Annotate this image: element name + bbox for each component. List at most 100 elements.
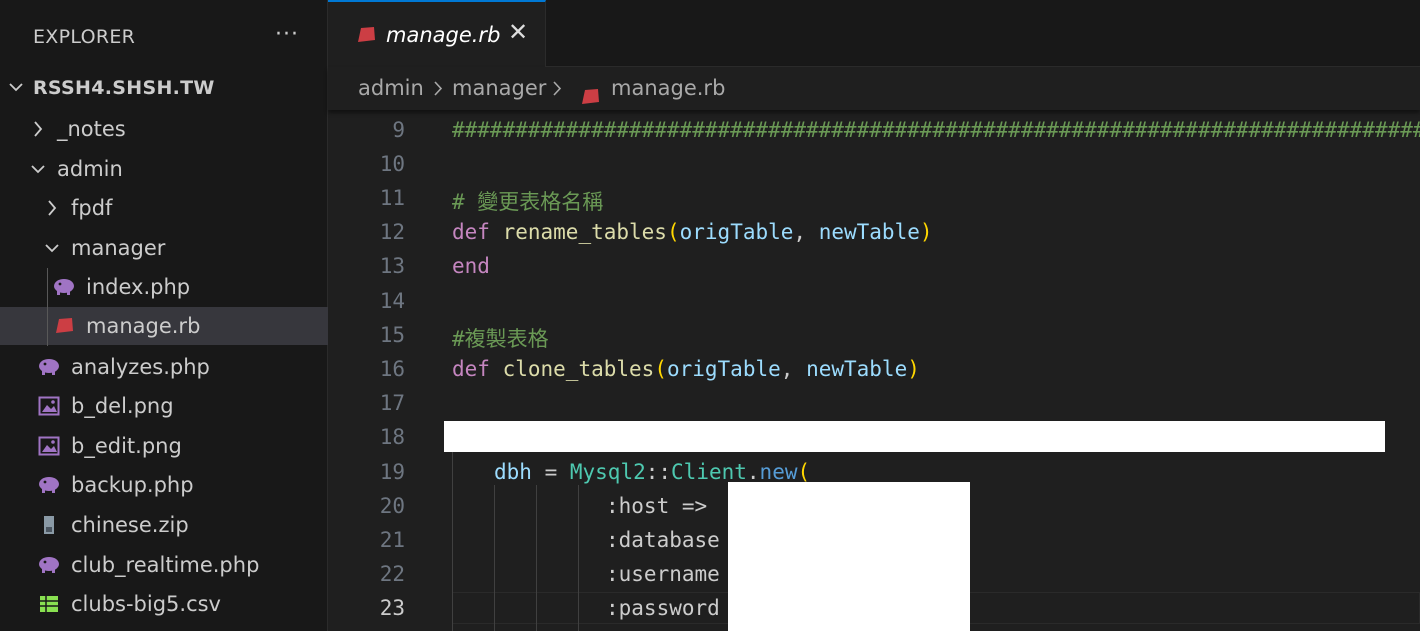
code-line-22: :username [606,562,720,586]
paren-token: ( [666,220,680,244]
tree-item-label: chinese.zip [71,513,189,537]
code-editor[interactable]: 9 10 11 12 13 14 15 16 17 18 19 20 21 22… [328,110,1420,631]
csv-table-icon [37,585,61,623]
code-line-15: #複製表格 [452,327,549,351]
line-number: 22 [379,562,405,586]
tree-file-club-realtime-php[interactable]: club_realtime.php [0,546,328,584]
php-elephant-icon [52,268,76,306]
chevron-down-icon [6,69,26,107]
code-line-23: :password [606,596,720,620]
paren-token: ( [654,357,667,381]
line-number: 20 [379,494,405,518]
line-number: 21 [379,528,405,552]
line-number: 11 [379,186,405,210]
redaction-block [444,421,1385,452]
breadcrumb-item-file[interactable]: manage.rb [611,67,725,110]
line-number: 17 [379,391,405,415]
chevron-right-icon [550,67,564,125]
tab-label: manage.rb [386,23,501,47]
php-elephant-icon [37,546,61,584]
line-number: 12 [379,220,405,244]
editor-tab-bar: manage.rb ✕ [328,0,1420,67]
tree-folder-notes[interactable]: _notes [0,110,328,148]
code-line-13: end [452,254,490,278]
line-number: 14 [379,289,405,313]
tree-item-label: index.php [86,275,191,299]
close-icon[interactable]: ✕ [508,18,528,46]
breadcrumb: admin manager manage.rb [328,67,1420,110]
chevron-right-icon [42,189,62,227]
ruby-icon [355,25,377,49]
code-line-12: def rename_tables(origTable, newTable) [452,220,933,244]
indent-guide [536,485,537,631]
ruby-icon [52,307,76,345]
paren-token: ( [797,460,811,484]
tree-folder-fpdf[interactable]: fpdf [0,189,328,227]
code-line-20: :host => [606,494,708,518]
more-actions-icon[interactable]: ··· [275,22,299,47]
function-name-token: clone_tables [502,357,655,381]
paren-token: ) [907,357,920,381]
image-file-icon [37,387,61,425]
tree-item-label: analyzes.php [71,355,210,379]
keyword-token: def [452,357,490,381]
chevron-right-icon [431,67,445,125]
class-token: Client [671,460,747,484]
param-token: newTable [806,357,908,381]
tree-file-manage-rb[interactable]: manage.rb [0,307,328,345]
tree-item-label: manage.rb [86,314,201,338]
chevron-down-icon [42,229,62,267]
explorer-sidebar: EXPLORER ··· RSSH4.SHSH.TW _notes admin … [0,0,328,631]
code-line-16: def clone_tables(origTable, newTable) [452,357,920,381]
tree-file-b-edit-png[interactable]: b_edit.png [0,427,328,465]
line-number: 9 [392,118,405,142]
workspace-root-label: RSSH4.SHSH.TW [33,77,215,99]
indent-guide [452,450,453,631]
code-line-9: ########################################… [452,118,1420,142]
param-token: newTable [818,220,920,244]
code-line-11: # 變更表格名稱 [452,190,604,214]
code-line-19: dbh = Mysql2::Client.new( [494,460,810,484]
indent-guide [578,485,579,631]
tree-folder-admin[interactable]: admin [0,150,328,188]
chevron-right-icon [28,110,48,148]
php-elephant-icon [37,466,61,504]
line-number: 18 [379,425,405,449]
code-line-21: :database [606,528,720,552]
chevron-down-icon [28,150,48,188]
class-token: Mysql2 [569,460,646,484]
breadcrumb-item-admin[interactable]: admin [358,67,424,110]
indent-guide [47,268,48,346]
tree-file-analyzes-php[interactable]: analyzes.php [0,348,328,386]
explorer-title: EXPLORER [33,26,136,48]
php-elephant-icon [37,348,61,386]
breadcrumb-item-manager[interactable]: manager [452,67,546,110]
tree-file-chinese-zip[interactable]: chinese.zip [0,506,328,544]
tree-item-label: b_del.png [71,394,174,418]
line-number: 16 [379,357,405,381]
keyword-token: def [452,220,490,244]
tab-manage-rb[interactable]: manage.rb ✕ [328,0,546,67]
tree-item-label: club_realtime.php [71,553,260,577]
tree-folder-manager[interactable]: manager [0,229,328,267]
tree-item-label: fpdf [71,196,113,220]
function-name-token: rename_tables [502,220,667,244]
line-number: 10 [379,152,405,176]
tree-file-b-del-png[interactable]: b_del.png [0,387,328,425]
param-token: origTable [679,220,794,244]
paren-token: ) [919,220,933,244]
tree-file-clubs-big5-csv[interactable]: clubs-big5.csv [0,585,328,623]
line-number: 13 [379,254,405,278]
tree-file-backup-php[interactable]: backup.php [0,466,328,504]
method-token: new [759,460,798,484]
variable-token: dbh [494,460,532,484]
tree-file-index-php[interactable]: index.php [0,268,328,306]
tree-item-label: manager [71,236,166,260]
operator-token: = [531,460,570,484]
redaction-block [728,482,970,631]
scope-token: :: [645,460,672,484]
image-file-icon [37,427,61,465]
dot-token: . [746,460,760,484]
workspace-root[interactable]: RSSH4.SHSH.TW [0,69,328,107]
line-number: 15 [379,323,405,347]
